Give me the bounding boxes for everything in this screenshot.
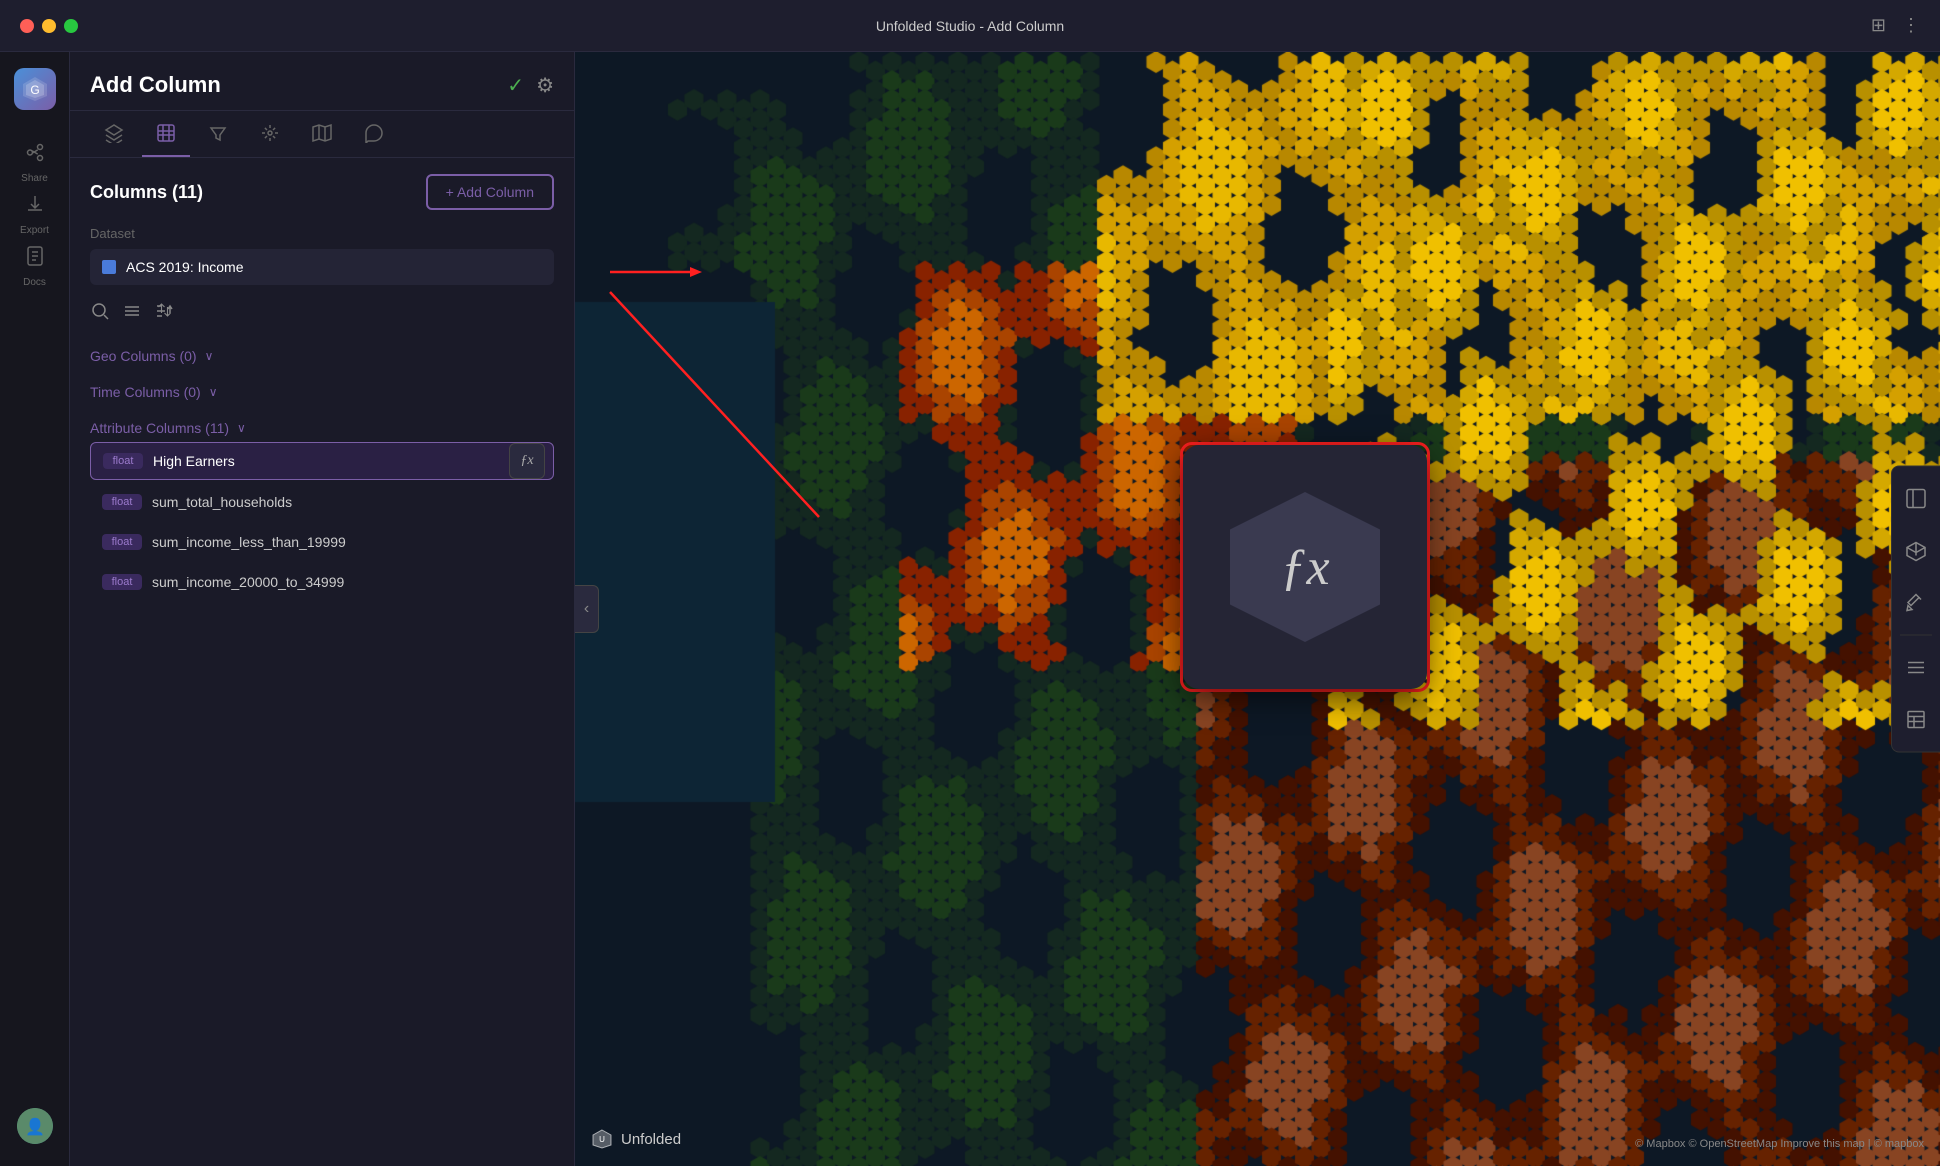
export-label: Export [20, 225, 49, 236]
search-filter-row [90, 301, 554, 326]
settings-icon[interactable]: ⚙ [536, 73, 554, 98]
geo-columns-group: Geo Columns (0) ∨ [90, 342, 554, 370]
type-badge-float-high-earners: float [103, 453, 143, 469]
attr-chevron-icon: ∨ [237, 421, 246, 435]
tab-interact[interactable] [246, 111, 294, 157]
fx-popup: ƒx [1183, 445, 1427, 689]
window-controls [20, 19, 78, 33]
fx-symbol: ƒx [1280, 538, 1329, 597]
titlebar-right-icons: ⊞ ⋮ [1871, 15, 1920, 36]
sidebar-item-docs[interactable]: Docs [11, 242, 59, 290]
maximize-button[interactable] [64, 19, 78, 33]
dataset-row[interactable]: ACS 2019: Income [90, 249, 554, 285]
column-name-sum-income-less: sum_income_less_than_19999 [152, 534, 542, 550]
attr-columns-group: Attribute Columns (11) ∨ float High Earn… [90, 414, 554, 600]
app-logo[interactable]: G [14, 68, 56, 110]
svg-text:👤: 👤 [25, 1117, 45, 1136]
svg-text:G: G [30, 83, 39, 97]
geo-columns-header[interactable]: Geo Columns (0) ∨ [90, 342, 554, 370]
type-badge-float-sum-income-20k: float [102, 574, 142, 590]
time-chevron-icon: ∨ [209, 385, 218, 399]
column-item-sum-income-less[interactable]: float sum_income_less_than_19999 [90, 524, 554, 560]
main-layout: G Share Export [0, 52, 1940, 1166]
docs-label: Docs [23, 277, 46, 288]
tab-columns[interactable] [142, 111, 190, 157]
time-columns-header[interactable]: Time Columns (0) ∨ [90, 378, 554, 406]
geo-chevron-icon: ∨ [205, 349, 214, 363]
type-badge-float-sum-income-less: float [102, 534, 142, 550]
tab-layers[interactable] [90, 111, 138, 157]
dataset-color-indicator [102, 260, 116, 274]
sidebar-item-share[interactable]: Share [11, 138, 59, 186]
close-button[interactable] [20, 19, 34, 33]
columns-header: Columns (11) + Add Column [90, 174, 554, 210]
add-column-button[interactable]: + Add Column [426, 174, 554, 210]
left-panel: Add Column ✓ ⚙ [70, 52, 575, 1166]
columns-count: Columns (11) [90, 182, 203, 203]
fx-icon: ƒx [520, 453, 533, 469]
column-name-high-earners: High Earners [153, 453, 541, 469]
map-area[interactable]: ‹ ƒx [575, 52, 1940, 1166]
panel-header-icons: ✓ ⚙ [507, 73, 554, 98]
minimize-button[interactable] [42, 19, 56, 33]
draw-button[interactable] [1892, 579, 1940, 627]
collapse-panel-button[interactable]: ‹ [575, 585, 599, 633]
sidebar-item-help[interactable]: 👤 [11, 1102, 59, 1150]
docs-icon [24, 245, 46, 273]
layers-list-button[interactable] [1892, 644, 1940, 692]
time-columns-label: Time Columns (0) [90, 384, 201, 400]
activity-bar: G Share Export [0, 52, 70, 1166]
right-toolbar [1891, 466, 1940, 753]
fx-hexagon-shape: ƒx [1230, 492, 1380, 642]
column-name-sum-total: sum_total_households [152, 494, 542, 510]
type-badge-float-sum-total: float [102, 494, 142, 510]
panel-content: Columns (11) + Add Column Dataset ACS 20… [70, 158, 574, 1166]
column-item-sum-income-20k[interactable]: float sum_income_20000_to_34999 [90, 564, 554, 600]
tab-bar [70, 111, 574, 158]
panel-title: Add Column [90, 72, 221, 98]
data-table-button[interactable] [1892, 696, 1940, 744]
fx-button-high-earners[interactable]: ƒx [509, 443, 545, 479]
map-attribution: © Mapbox © OpenStreetMap Improve this ma… [1635, 1138, 1924, 1150]
puzzle-icon[interactable]: ⊞ [1871, 15, 1886, 36]
map-brand: U Unfolded [591, 1128, 681, 1150]
tab-chat[interactable] [350, 111, 398, 157]
menu-icon[interactable]: ⋮ [1902, 15, 1920, 36]
svg-text:U: U [599, 1135, 605, 1144]
column-item-high-earners[interactable]: float High Earners ƒx [90, 442, 554, 480]
search-icon[interactable] [90, 301, 110, 326]
sort-icon[interactable] [154, 301, 174, 326]
geo-columns-label: Geo Columns (0) [90, 348, 197, 364]
sidebar-item-export[interactable]: Export [11, 190, 59, 238]
time-columns-group: Time Columns (0) ∨ [90, 378, 554, 406]
column-name-sum-income-20k: sum_income_20000_to_34999 [152, 574, 542, 590]
list-icon[interactable] [122, 301, 142, 326]
export-icon [24, 193, 46, 221]
column-item-sum-total[interactable]: float sum_total_households [90, 484, 554, 520]
attribution-text: © Mapbox © OpenStreetMap Improve this ma… [1635, 1138, 1924, 1150]
chevron-left-icon: ‹ [584, 600, 589, 618]
check-icon[interactable]: ✓ [507, 73, 524, 98]
tab-map[interactable] [298, 111, 346, 157]
titlebar: Unfolded Studio - Add Column ⊞ ⋮ [0, 0, 1940, 52]
attr-columns-header[interactable]: Attribute Columns (11) ∨ [90, 414, 554, 442]
brand-label: Unfolded [621, 1131, 681, 1148]
tab-filter[interactable] [194, 111, 242, 157]
share-icon [24, 141, 46, 169]
3d-view-button[interactable] [1892, 527, 1940, 575]
dataset-name: ACS 2019: Income [126, 259, 244, 275]
attr-columns-label: Attribute Columns (11) [90, 420, 229, 436]
panel-header: Add Column ✓ ⚙ [70, 52, 574, 111]
window-title: Unfolded Studio - Add Column [876, 18, 1064, 34]
dataset-label: Dataset [90, 226, 554, 241]
share-label: Share [21, 173, 48, 184]
toggle-panel-button[interactable] [1892, 475, 1940, 523]
